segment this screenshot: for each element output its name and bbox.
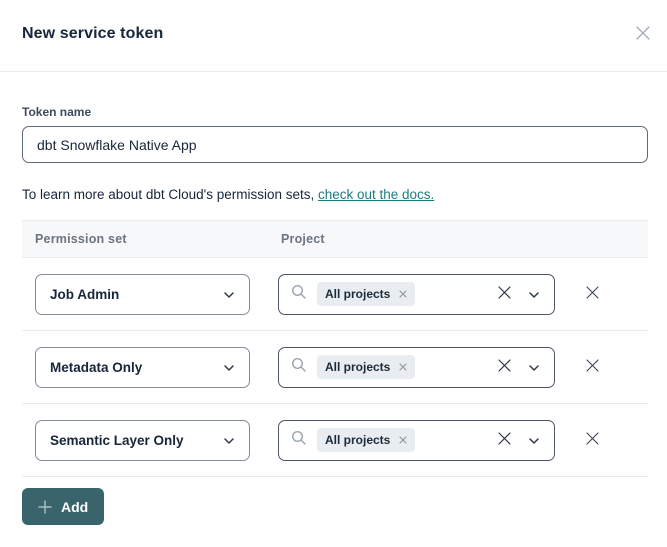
permission-set-select[interactable]: Job Admin [35,274,250,315]
plus-icon [38,500,52,514]
clear-selection-button[interactable] [497,285,512,303]
clear-selection-button[interactable] [497,358,512,376]
project-chip-label: All projects [325,287,390,301]
clear-x-icon [497,285,512,303]
project-chip-label: All projects [325,433,390,447]
chevron-down-icon[interactable] [529,285,539,303]
project-multiselect[interactable]: All projects [278,420,555,461]
permission-info-text: To learn more about dbt Cloud's permissi… [22,187,648,202]
docs-link[interactable]: check out the docs. [318,187,434,202]
chip-remove-icon[interactable] [399,290,407,298]
table-row: Semantic Layer Only All projects [22,404,648,477]
permission-table: Permission set Project Job Admin All pro… [22,220,648,477]
project-multiselect[interactable]: All projects [278,274,555,315]
permission-set-select[interactable]: Metadata Only [35,347,250,388]
chevron-down-icon [224,358,234,376]
chevron-down-icon [224,431,234,449]
permission-set-value: Job Admin [50,287,119,302]
chevron-down-icon[interactable] [529,358,539,376]
remove-row-icon [585,431,600,449]
table-row: Metadata Only All projects [22,331,648,404]
remove-row-icon [585,358,600,376]
clear-x-icon [497,431,512,449]
chevron-down-icon [224,285,234,303]
close-icon [634,24,652,45]
remove-row-button[interactable] [578,426,606,454]
page-title: New service token [22,25,645,43]
search-icon [291,430,307,451]
permission-set-header: Permission set [35,232,281,246]
add-button[interactable]: Add [22,488,104,525]
project-chip: All projects [317,428,415,452]
project-chip-label: All projects [325,360,390,374]
modal-header: New service token [0,0,667,72]
project-chip: All projects [317,355,415,379]
chip-remove-icon[interactable] [399,436,407,444]
remove-row-button[interactable] [578,280,606,308]
permission-set-select[interactable]: Semantic Layer Only [35,420,250,461]
token-name-label: Token name [22,105,648,119]
search-icon [291,357,307,378]
close-button[interactable] [631,22,655,46]
permission-set-value: Metadata Only [50,360,142,375]
modal-body: Token name To learn more about dbt Cloud… [0,105,667,525]
search-icon [291,284,307,305]
table-row: Job Admin All projects [22,258,648,331]
remove-row-button[interactable] [578,353,606,381]
info-text: To learn more about dbt Cloud's permissi… [22,187,318,202]
clear-x-icon [497,358,512,376]
remove-row-icon [585,285,600,303]
project-multiselect[interactable]: All projects [278,347,555,388]
permission-set-value: Semantic Layer Only [50,433,184,448]
token-name-input[interactable] [22,126,648,163]
chevron-down-icon[interactable] [529,431,539,449]
project-chip: All projects [317,282,415,306]
project-header: Project [281,232,325,246]
clear-selection-button[interactable] [497,431,512,449]
chip-remove-icon[interactable] [399,363,407,371]
add-button-label: Add [61,499,88,515]
table-header-row: Permission set Project [22,220,648,258]
